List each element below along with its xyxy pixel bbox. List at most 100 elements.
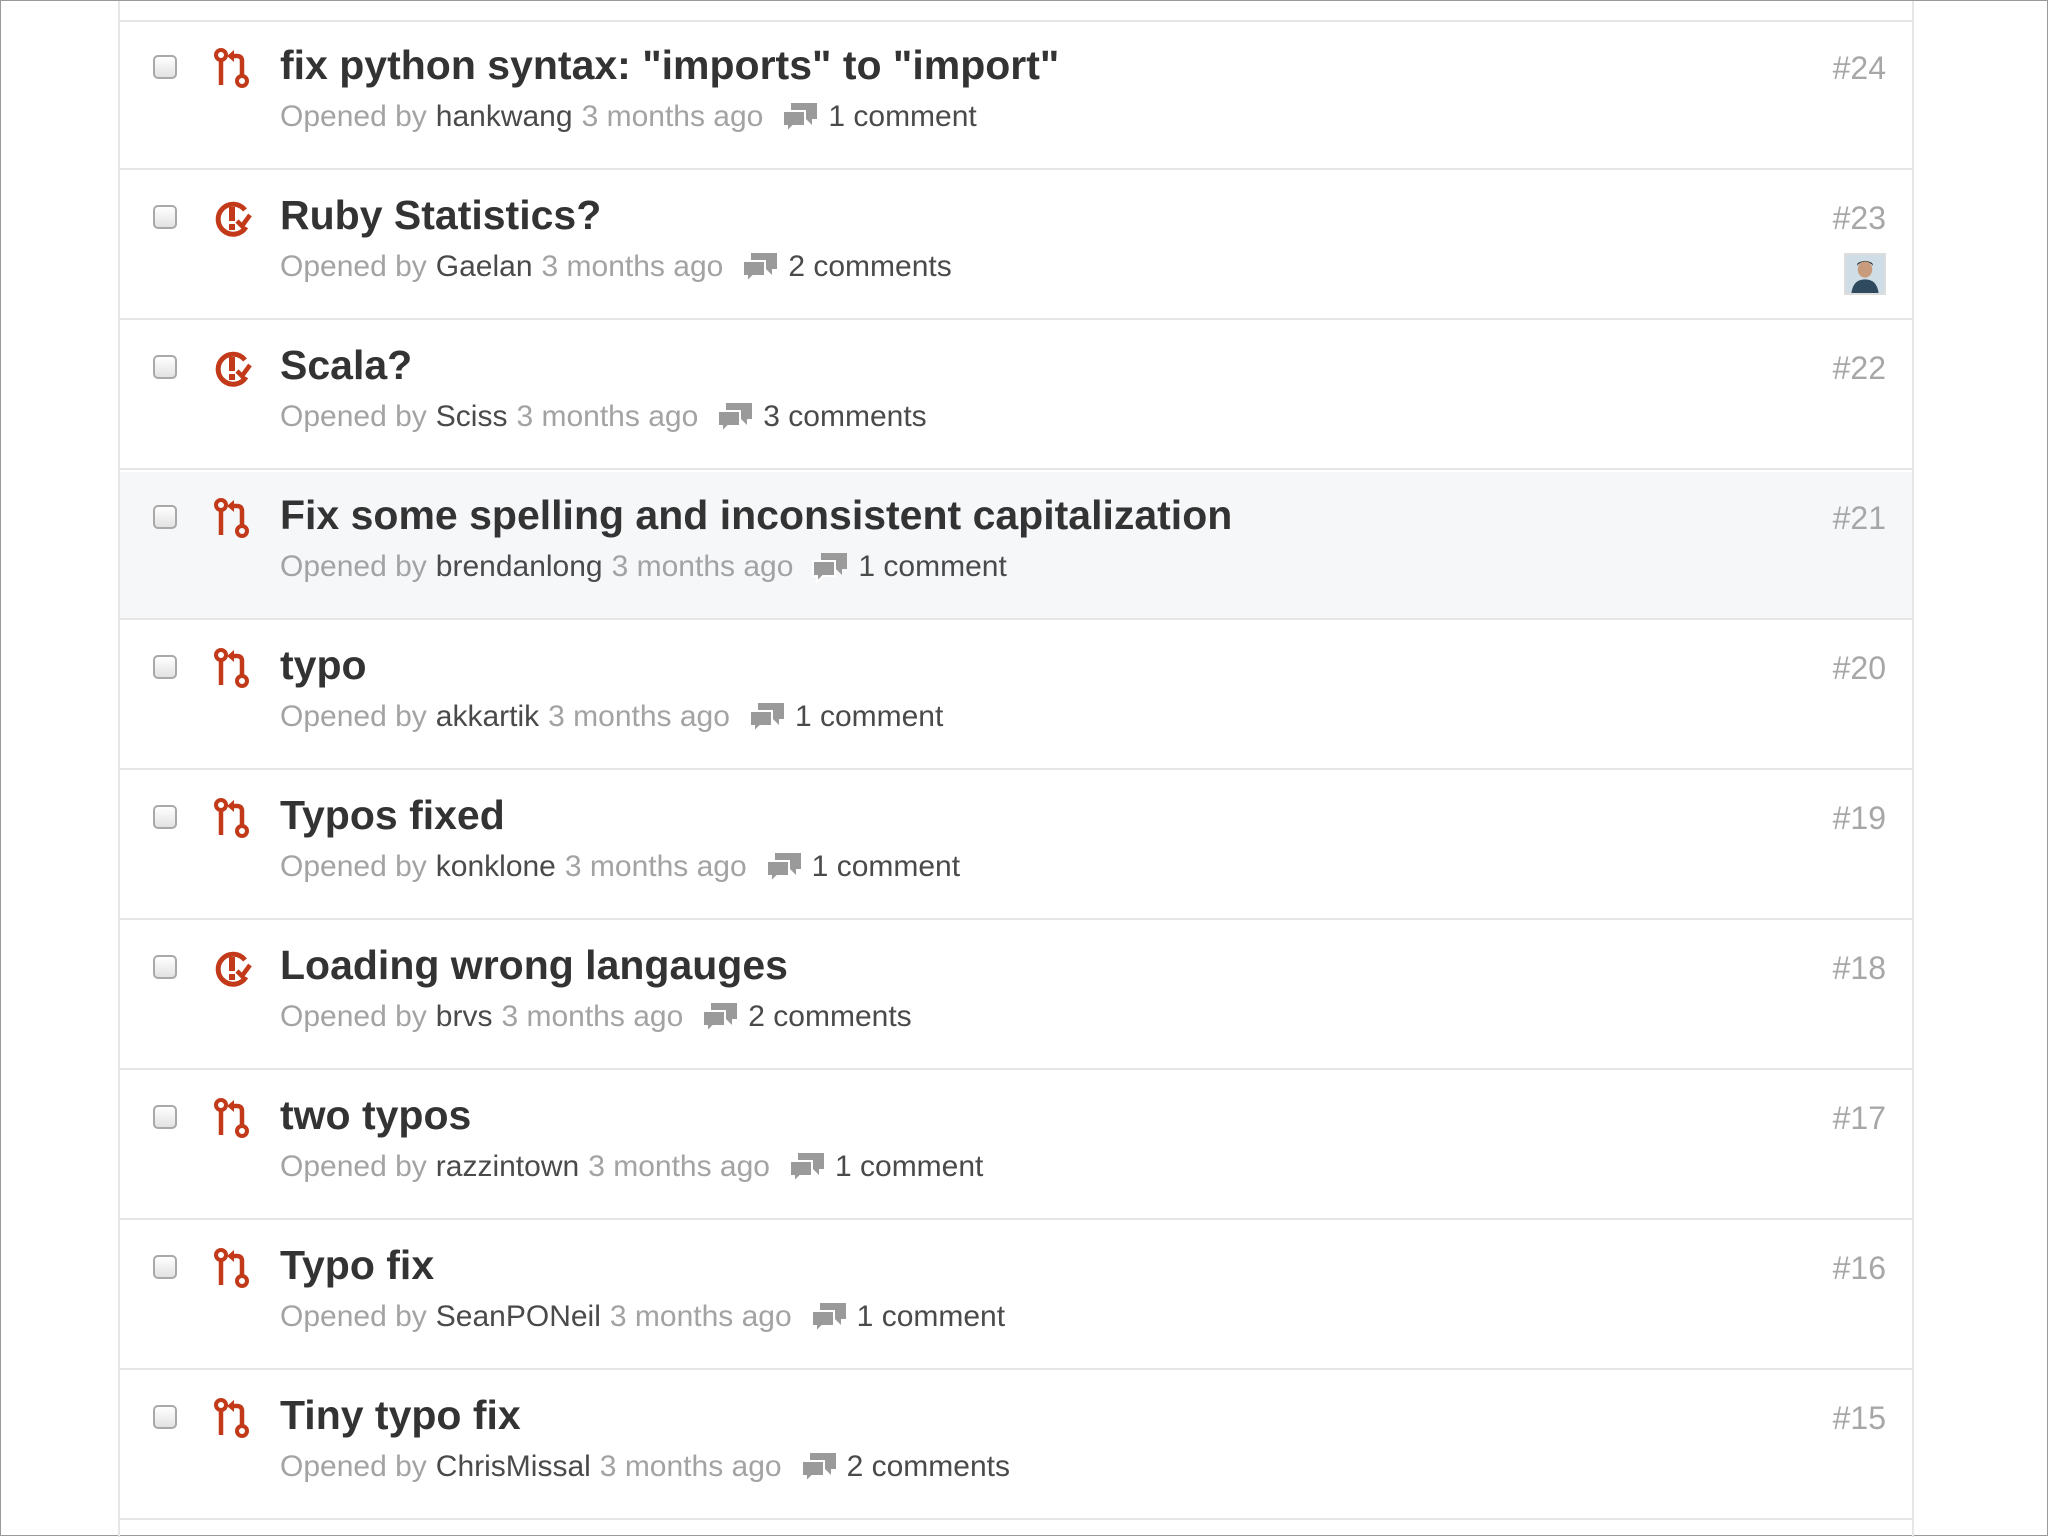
- select-checkbox[interactable]: [153, 1255, 177, 1279]
- issue-row: Typos fixed Opened by konklone 3 months …: [120, 772, 1912, 920]
- comment-icon: [702, 1003, 738, 1033]
- issue-meta: Opened by brendanlong 3 months ago 1 com…: [280, 550, 1007, 584]
- issue-title-link[interactable]: Typos fixed: [280, 792, 505, 839]
- issue-meta: Opened by brvs 3 months ago 2 comments: [280, 1000, 912, 1034]
- select-checkbox[interactable]: [153, 205, 177, 229]
- comments-link[interactable]: 1 comment: [781, 100, 977, 134]
- opened-by-label: Opened by: [280, 550, 427, 583]
- issue-age: 3 months ago: [541, 250, 724, 283]
- author-link[interactable]: brendanlong: [436, 550, 603, 584]
- issue-age: 3 months ago: [599, 1450, 782, 1483]
- issue-title-link[interactable]: two typos: [280, 1092, 471, 1139]
- issue-age: 3 months ago: [501, 1000, 684, 1033]
- comment-icon: [782, 103, 818, 133]
- issue-number: #19: [1832, 800, 1886, 836]
- issue-meta: Opened by Sciss 3 months ago 3 comments: [280, 400, 927, 434]
- author-link[interactable]: SeanPONeil: [436, 1300, 601, 1334]
- issue-number: #18: [1832, 950, 1886, 986]
- author-link[interactable]: hankwang: [436, 100, 573, 134]
- comment-icon: [810, 1303, 846, 1333]
- select-checkbox[interactable]: [153, 1405, 177, 1429]
- issue-title-link[interactable]: Fix some spelling and inconsistent capit…: [280, 492, 1232, 539]
- comments-count: 1 comment: [834, 1150, 984, 1183]
- issue-row: Loading wrong langauges Opened by brvs 3…: [120, 922, 1912, 1070]
- issue-title-link[interactable]: Typo fix: [280, 1242, 434, 1289]
- issue-number: #20: [1832, 650, 1886, 686]
- comments-link[interactable]: 3 comments: [716, 400, 927, 434]
- issue-meta: Opened by hankwang 3 months ago 1 commen…: [280, 100, 977, 134]
- opened-by-label: Opened by: [280, 1150, 427, 1183]
- comments-count: 1 comment: [828, 100, 977, 133]
- issue-meta: Opened by razzintown 3 months ago 1 comm…: [280, 1150, 983, 1184]
- issue-closed-icon: [212, 947, 252, 989]
- comments-link[interactable]: 1 comment: [810, 1300, 1005, 1334]
- comments-link[interactable]: 2 comments: [701, 1000, 912, 1034]
- author-link[interactable]: akkartik: [436, 700, 539, 734]
- comments-link[interactable]: 1 comment: [748, 700, 943, 734]
- select-checkbox[interactable]: [153, 805, 177, 829]
- pull-request-icon: [212, 1097, 252, 1139]
- avatar-image: [1846, 255, 1884, 293]
- pull-request-icon: [212, 797, 252, 839]
- issue-row: typo Opened by akkartik 3 months ago 1 c…: [120, 622, 1912, 770]
- pull-request-icon: [212, 1247, 252, 1289]
- select-checkbox[interactable]: [153, 955, 177, 979]
- author-link[interactable]: brvs: [436, 1000, 493, 1034]
- issue-number: #24: [1832, 50, 1886, 86]
- issue-title-link[interactable]: fix python syntax: "imports" to "import": [280, 42, 1059, 89]
- comment-icon: [765, 853, 801, 883]
- select-checkbox[interactable]: [153, 355, 177, 379]
- comments-link[interactable]: 2 comments: [800, 1450, 1010, 1484]
- comments-count: 2 comments: [846, 1450, 1010, 1483]
- comments-count: 1 comment: [856, 1300, 1006, 1333]
- opened-by-label: Opened by: [280, 400, 427, 433]
- issue-title-link[interactable]: Tiny typo fix: [280, 1392, 521, 1439]
- issue-age: 3 months ago: [581, 100, 764, 133]
- comments-link[interactable]: 2 comments: [741, 250, 952, 284]
- comment-icon: [742, 253, 778, 283]
- opened-by-label: Opened by: [280, 100, 427, 133]
- comments-link[interactable]: 1 comment: [765, 850, 960, 884]
- author-link[interactable]: ChrisMissal: [436, 1450, 591, 1484]
- comments-link[interactable]: 1 comment: [788, 1150, 983, 1184]
- issue-row: Fix some spelling and inconsistent capit…: [120, 472, 1912, 620]
- comments-link[interactable]: 1 comment: [811, 550, 1007, 584]
- issue-age: 3 months ago: [609, 1300, 792, 1333]
- opened-by-label: Opened by: [280, 1000, 427, 1033]
- opened-by-label: Opened by: [280, 250, 427, 283]
- select-checkbox[interactable]: [153, 655, 177, 679]
- opened-by-label: Opened by: [280, 850, 427, 883]
- select-checkbox[interactable]: [153, 505, 177, 529]
- select-checkbox[interactable]: [153, 1105, 177, 1129]
- author-link[interactable]: razzintown: [436, 1150, 579, 1184]
- issue-closed-icon: [212, 347, 252, 389]
- issue-title-link[interactable]: Scala?: [280, 342, 412, 389]
- issue-title-link[interactable]: Ruby Statistics?: [280, 192, 601, 239]
- assignee-avatar[interactable]: [1844, 253, 1886, 295]
- opened-by-label: Opened by: [280, 700, 427, 733]
- issue-number: #15: [1832, 1400, 1886, 1436]
- issue-row: Ruby Statistics? Opened by Gaelan 3 mont…: [120, 172, 1912, 320]
- issue-title-link[interactable]: typo: [280, 642, 367, 689]
- screen-frame: fix python syntax: "imports" to "import"…: [0, 0, 2048, 1537]
- select-checkbox[interactable]: [153, 55, 177, 79]
- issue-number: #17: [1832, 1100, 1886, 1136]
- issue-age: 3 months ago: [588, 1150, 770, 1183]
- issue-row: Typo fix Opened by SeanPONeil 3 months a…: [120, 1222, 1912, 1370]
- author-link[interactable]: konklone: [436, 850, 556, 884]
- issue-row: Tiny typo fix Opened by ChrisMissal 3 mo…: [120, 1372, 1912, 1520]
- comments-count: 1 comment: [811, 850, 961, 883]
- issue-title-link[interactable]: Loading wrong langauges: [280, 942, 788, 989]
- issue-number: #16: [1832, 1250, 1886, 1286]
- author-link[interactable]: Gaelan: [436, 250, 533, 284]
- opened-by-label: Opened by: [280, 1300, 427, 1333]
- author-link[interactable]: Sciss: [436, 400, 508, 434]
- comments-count: 3 comments: [763, 400, 927, 433]
- issue-meta: Opened by SeanPONeil 3 months ago 1 comm…: [280, 1300, 1005, 1334]
- comment-icon: [717, 403, 753, 433]
- issue-number: #22: [1832, 350, 1886, 386]
- comment-icon: [812, 553, 848, 583]
- issue-age: 3 months ago: [516, 400, 699, 433]
- issue-closed-icon: [212, 197, 252, 239]
- pull-request-icon: [212, 47, 252, 89]
